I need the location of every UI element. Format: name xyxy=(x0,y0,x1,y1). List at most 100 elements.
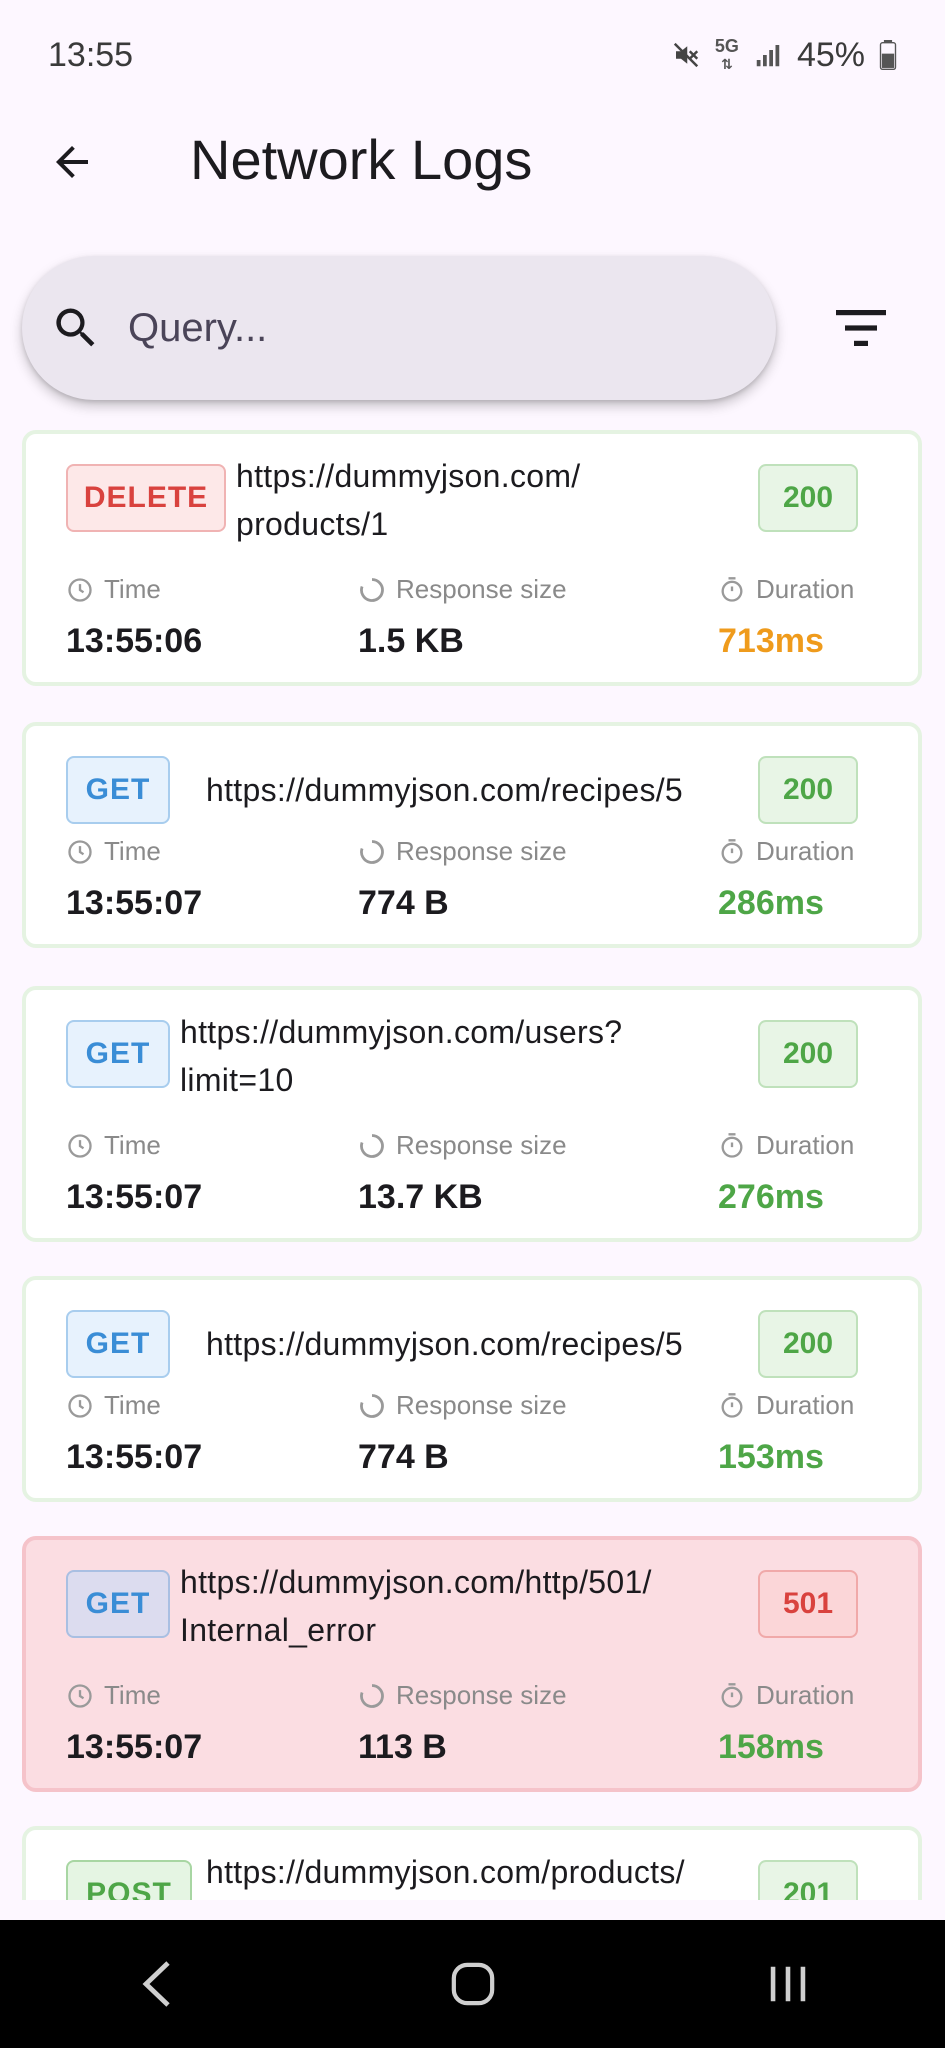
size-label-text: Response size xyxy=(396,574,567,604)
loading-ring-icon xyxy=(360,1133,384,1158)
log-time: 13:55:07 xyxy=(66,1438,203,1476)
status-code-badge: 201 xyxy=(758,1860,858,1900)
loading-ring-icon xyxy=(360,839,384,864)
log-url-line2: products/1 xyxy=(236,506,389,542)
status-code-badge: 200 xyxy=(758,1020,858,1088)
search-icon xyxy=(48,300,104,356)
duration-label-text: Duration xyxy=(756,574,855,604)
stopwatch-icon xyxy=(721,1392,743,1418)
log-url: https://dummyjson.com/users? limit=10 xyxy=(180,1008,622,1104)
duration-label-text: Duration xyxy=(756,1130,855,1160)
method-badge: GET xyxy=(66,1020,170,1088)
clock-icon xyxy=(68,839,92,864)
status-time: 13:55 xyxy=(48,35,134,74)
loading-ring-icon xyxy=(360,577,384,602)
status-code-badge: 200 xyxy=(758,464,858,532)
log-url-line1: https://dummyjson.com/recipes/5 xyxy=(206,1326,684,1362)
log-card[interactable]: GET https://dummyjson.com/recipes/5 200 … xyxy=(22,722,922,948)
status-code-badge: 501 xyxy=(758,1570,858,1638)
home-square-icon xyxy=(451,1962,494,2006)
duration-label-text: Duration xyxy=(756,836,855,866)
system-home-button[interactable] xyxy=(428,1939,518,2029)
size-label-text: Response size xyxy=(396,836,567,866)
log-url-line2: Internal_error xyxy=(180,1612,377,1648)
system-recents-button[interactable] xyxy=(743,1939,833,2029)
battery-percent: 45% xyxy=(796,35,865,74)
log-card[interactable]: POST https://dummyjson.com/products/ 201 xyxy=(22,1826,922,1900)
duration-label: Duration xyxy=(718,1130,854,1161)
size-label: Response size xyxy=(358,1680,567,1711)
log-card[interactable]: GET https://dummyjson.com/recipes/5 200 … xyxy=(22,1276,922,1502)
stopwatch-icon xyxy=(721,576,743,602)
search-bar[interactable] xyxy=(22,256,776,400)
duration-label: Duration xyxy=(718,1390,854,1421)
network-type-label: 5G xyxy=(714,36,739,56)
duration-label-text: Duration xyxy=(756,1390,855,1420)
network-type-icon: 5G ⇅ xyxy=(714,36,739,72)
filter-button[interactable] xyxy=(830,300,892,356)
log-duration: 286ms xyxy=(718,884,824,922)
size-label: Response size xyxy=(358,836,567,867)
clock-icon xyxy=(68,1393,92,1418)
clock-icon xyxy=(68,577,92,602)
size-label-text: Response size xyxy=(396,1390,567,1420)
log-url-line1: https://dummyjson.com/products/ xyxy=(206,1854,685,1890)
time-label-text: Time xyxy=(104,574,161,604)
time-label-text: Time xyxy=(104,1130,161,1160)
clock-icon xyxy=(68,1133,92,1158)
log-time: 13:55:07 xyxy=(66,1728,203,1766)
method-badge: GET xyxy=(66,756,170,824)
method-badge: DELETE xyxy=(66,464,226,532)
log-url-line2: limit=10 xyxy=(180,1062,294,1098)
log-card[interactable]: DELETE https://dummyjson.com/ products/1… xyxy=(22,430,922,686)
time-label: Time xyxy=(66,1680,161,1711)
log-duration: 276ms xyxy=(718,1178,824,1216)
search-input[interactable] xyxy=(126,304,730,352)
time-label: Time xyxy=(66,1130,161,1161)
log-url-line1: https://dummyjson.com/ xyxy=(236,458,581,494)
method-badge: GET xyxy=(66,1570,170,1638)
time-label: Time xyxy=(66,836,161,867)
log-size: 1.5 KB xyxy=(358,622,464,660)
log-size: 113 B xyxy=(358,1728,447,1766)
log-url: https://dummyjson.com/ products/1 xyxy=(236,452,581,548)
log-time: 13:55:06 xyxy=(66,622,203,660)
method-badge: GET xyxy=(66,1310,170,1378)
recents-icon xyxy=(770,1966,805,2002)
status-bar: 13:55 5G ⇅ 45% xyxy=(0,0,945,110)
status-icons: 5G ⇅ 45% xyxy=(671,36,897,75)
log-list[interactable]: DELETE https://dummyjson.com/ products/1… xyxy=(0,430,945,1900)
time-label-text: Time xyxy=(104,1680,161,1710)
log-url: https://dummyjson.com/products/ xyxy=(206,1848,685,1896)
system-back-button[interactable] xyxy=(113,1939,203,2029)
duration-label: Duration xyxy=(718,836,854,867)
duration-label: Duration xyxy=(718,1680,854,1711)
app-bar: Network Logs xyxy=(0,110,945,210)
log-duration: 158ms xyxy=(718,1728,824,1766)
filter-icon xyxy=(836,310,886,346)
page-title: Network Logs xyxy=(190,128,533,191)
clock-icon xyxy=(68,1683,92,1708)
log-duration: 713ms xyxy=(718,622,824,660)
status-code-badge: 200 xyxy=(758,756,858,824)
log-size: 774 B xyxy=(358,1438,449,1476)
time-label-text: Time xyxy=(104,836,161,866)
log-url-line1: https://dummyjson.com/http/501/ xyxy=(180,1564,652,1600)
system-nav-bar xyxy=(0,1920,945,2048)
size-label-text: Response size xyxy=(396,1130,567,1160)
log-card[interactable]: GET https://dummyjson.com/users? limit=1… xyxy=(22,986,922,1242)
time-label: Time xyxy=(66,1390,161,1421)
time-label: Time xyxy=(66,574,161,605)
log-card-error[interactable]: GET https://dummyjson.com/http/501/ Inte… xyxy=(22,1536,922,1792)
log-size: 13.7 KB xyxy=(358,1178,483,1216)
size-label: Response size xyxy=(358,1390,567,1421)
size-label-text: Response size xyxy=(396,1680,567,1710)
back-button[interactable] xyxy=(44,134,100,190)
stopwatch-icon xyxy=(721,1682,743,1708)
size-label: Response size xyxy=(358,574,567,605)
log-time: 13:55:07 xyxy=(66,884,203,922)
log-url: https://dummyjson.com/http/501/ Internal… xyxy=(180,1558,652,1654)
log-duration: 153ms xyxy=(718,1438,824,1476)
log-time: 13:55:07 xyxy=(66,1178,203,1216)
stopwatch-icon xyxy=(721,1132,743,1158)
